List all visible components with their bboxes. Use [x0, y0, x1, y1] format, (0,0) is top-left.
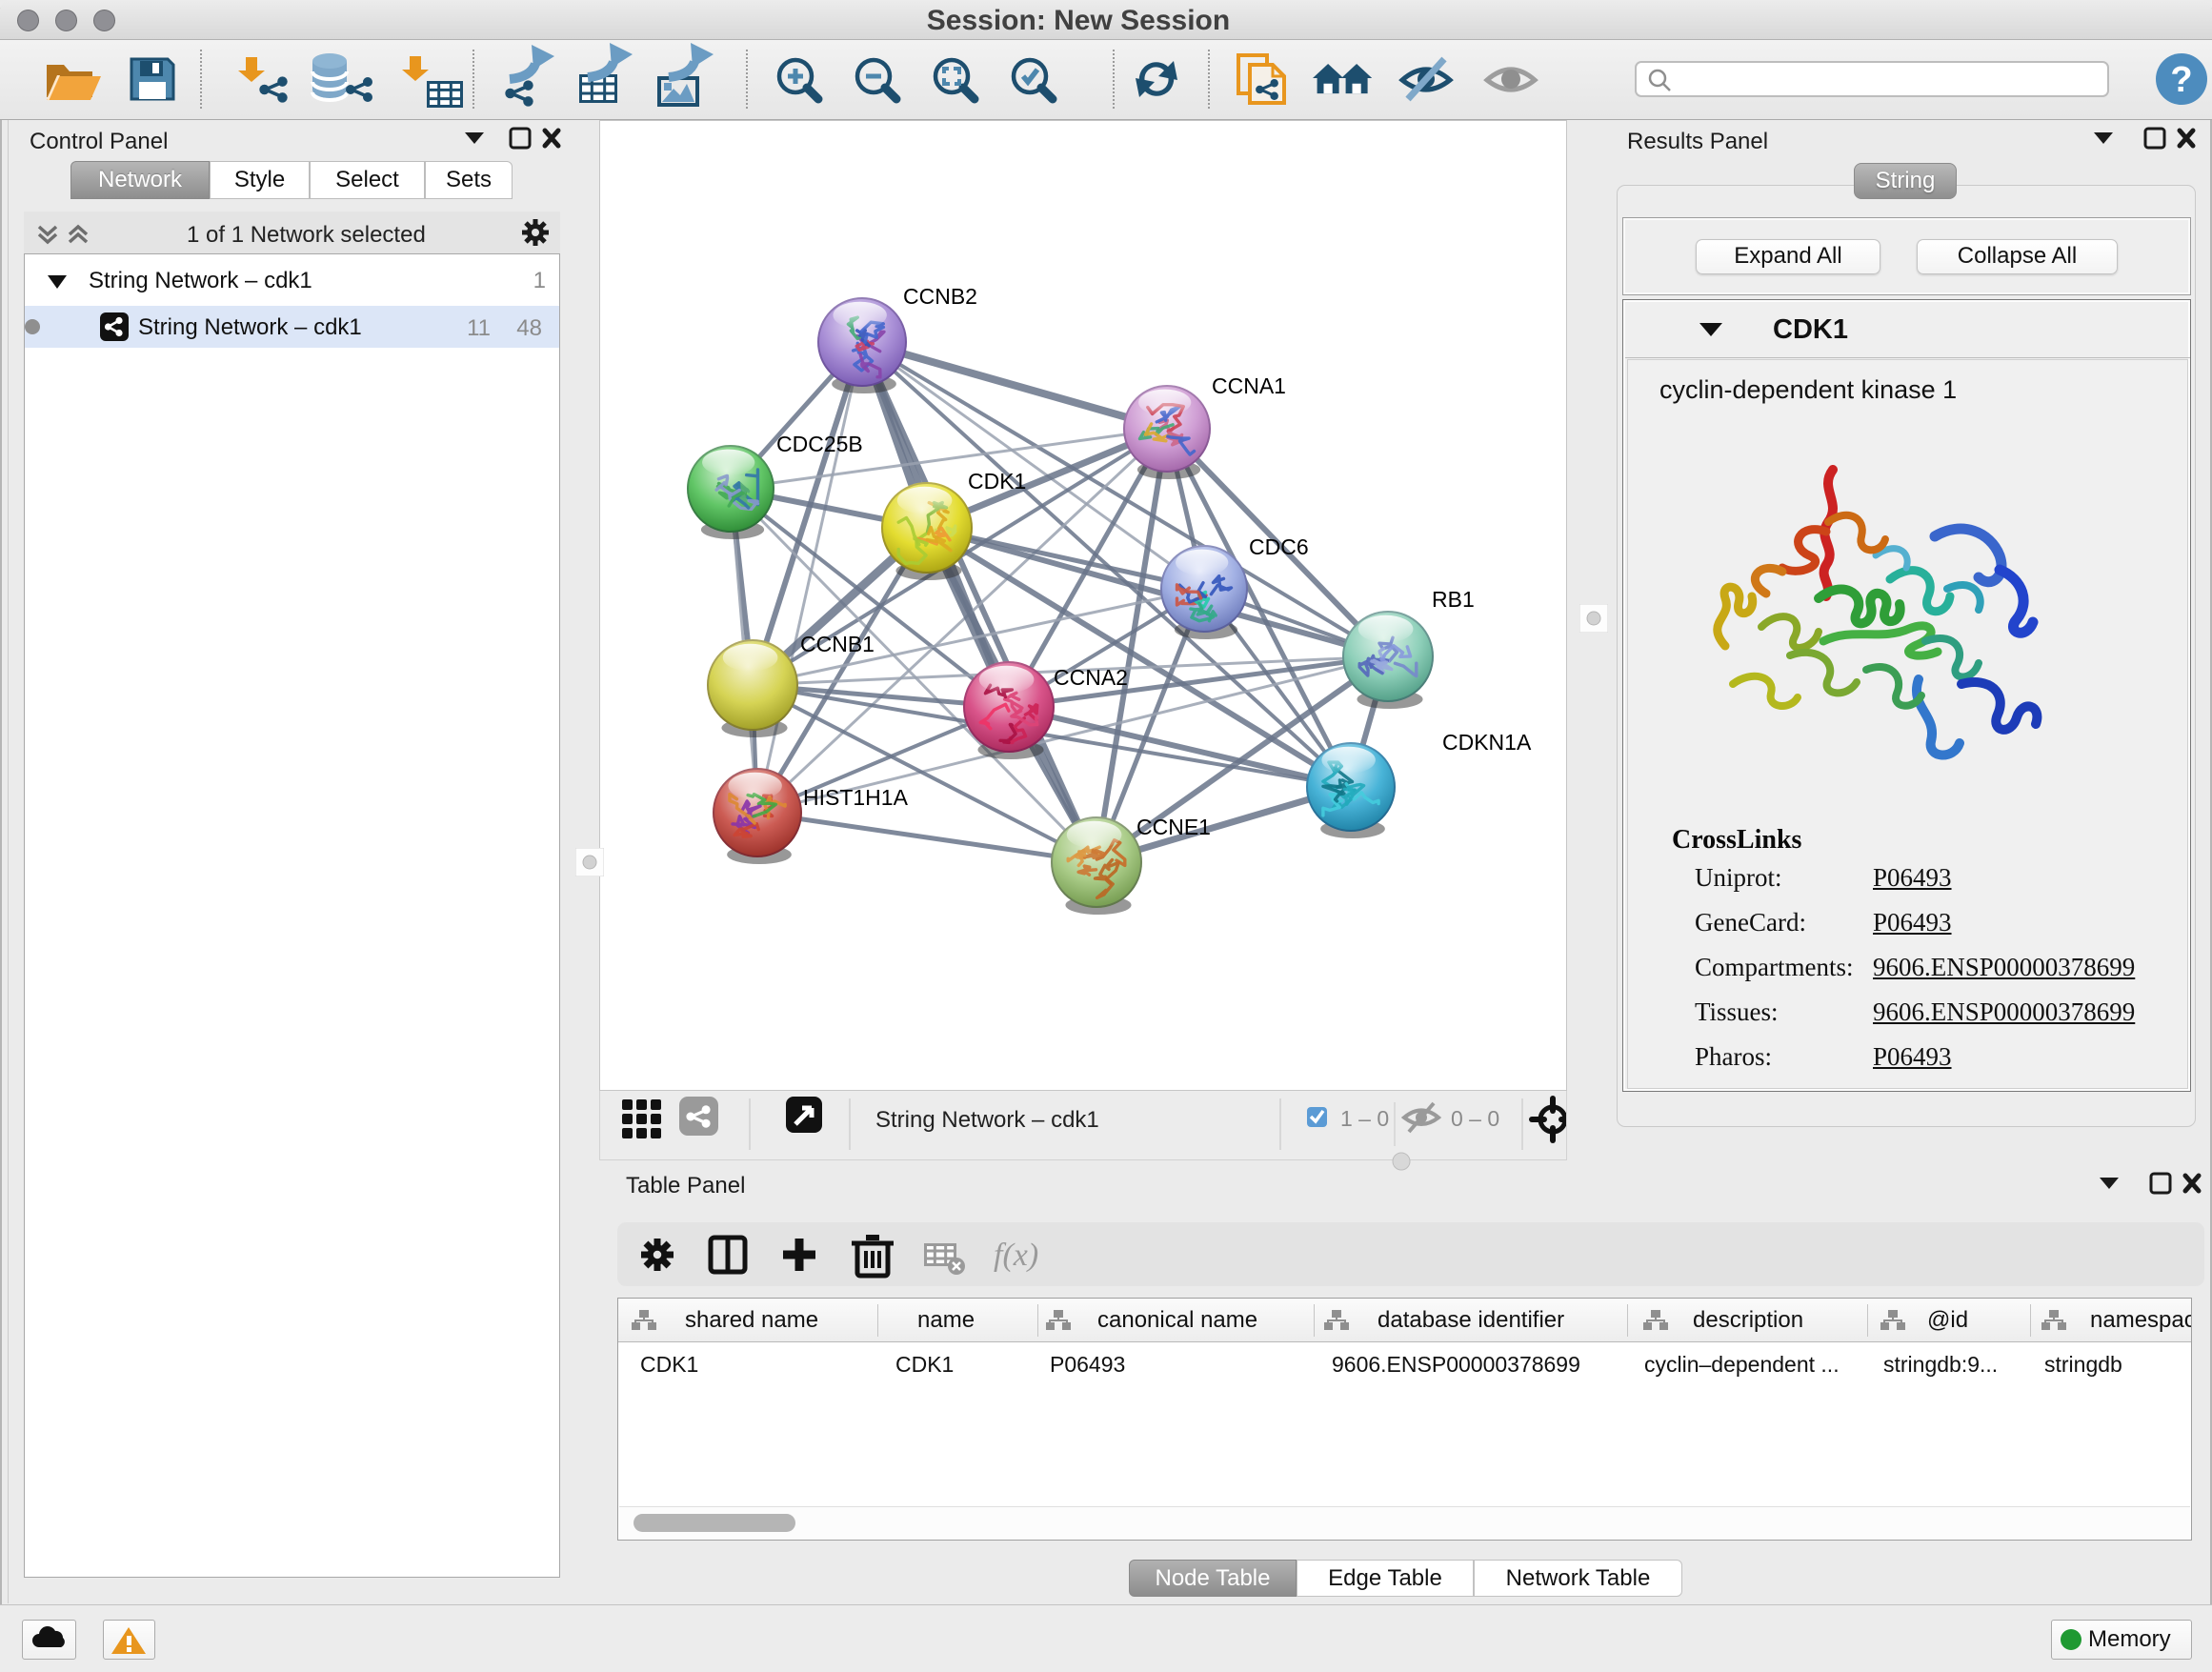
- svg-text:CDKN1A: CDKN1A: [1442, 730, 1532, 755]
- svg-text:CDK1: CDK1: [968, 469, 1026, 494]
- svg-text:CCNB2: CCNB2: [903, 284, 977, 309]
- svg-text:CDC6: CDC6: [1249, 534, 1309, 559]
- svg-text:RB1: RB1: [1432, 587, 1475, 612]
- svg-text:CCNE1: CCNE1: [1136, 815, 1211, 839]
- svg-text:CCNA2: CCNA2: [1054, 665, 1128, 690]
- svg-text:CCNA1: CCNA1: [1212, 373, 1286, 398]
- svg-text:HIST1H1A: HIST1H1A: [803, 785, 909, 810]
- svg-text:0 – 0: 0 – 0: [1451, 1106, 1499, 1131]
- svg-text:?: ?: [2170, 60, 2192, 100]
- svg-text:String Network – cdk1: String Network – cdk1: [875, 1107, 1099, 1133]
- svg-text:1 – 0: 1 – 0: [1340, 1106, 1389, 1131]
- svg-text:f(x): f(x): [994, 1238, 1038, 1273]
- svg-text:CCNB1: CCNB1: [800, 632, 875, 656]
- svg-text:CDC25B: CDC25B: [776, 432, 863, 456]
- svg-text:1 of 1 Network selected: 1 of 1 Network selected: [187, 222, 426, 248]
